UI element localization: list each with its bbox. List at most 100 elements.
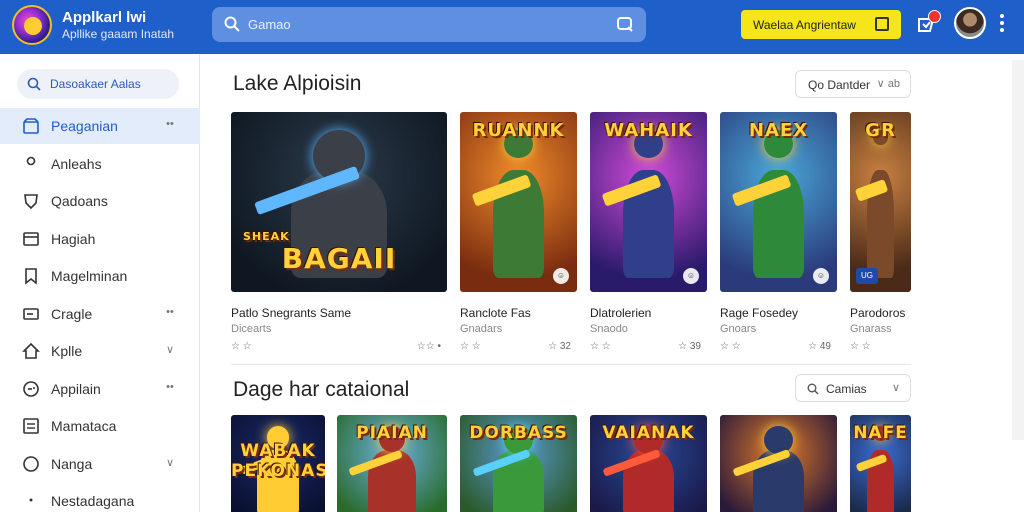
search-icon: [224, 16, 240, 32]
promo-button[interactable]: Waelaa Angrientaw: [741, 10, 901, 39]
rating-badge: ☺: [553, 268, 569, 284]
game-card[interactable]: GR UG Parodoros Gnarass ☆ ☆: [850, 112, 911, 362]
more-icon[interactable]: ••: [163, 306, 177, 320]
game-card[interactable]: NAFE: [850, 415, 911, 512]
promo-button-label: Waelaa Angrientaw: [753, 18, 856, 32]
game-card[interactable]: WABAK PEKONAS: [231, 415, 325, 512]
more-icon[interactable]: ••: [163, 381, 177, 395]
cover-title-text: DORBASS: [469, 423, 568, 443]
gamepad-icon: [23, 380, 39, 397]
cover-title-text: GR: [865, 120, 896, 141]
sidebar-item[interactable]: Appilain ••: [0, 371, 200, 407]
sidebar-item[interactable]: Peaganian ••: [0, 108, 200, 144]
rating-stars: ☆ ☆: [231, 341, 252, 352]
rating-count: ☆☆ •: [416, 341, 441, 352]
category-dropdown-label: Camias: [826, 382, 867, 396]
image-search-icon[interactable]: [616, 15, 634, 33]
sidebar-item-label: Appilain: [51, 380, 101, 397]
store-icon: [23, 118, 39, 134]
sidebar-item[interactable]: Qadoans: [0, 183, 200, 219]
game-cover-image: BAGAII SHEAK: [231, 112, 447, 292]
game-cover-image: PIAIAN: [337, 415, 447, 512]
tag-icon: [23, 307, 39, 320]
sidebar-item-label: Cragle: [51, 305, 93, 322]
section-title: Lake Alpioisin: [233, 72, 362, 95]
main-content: Lake Alpioisin Qo Dantder ∨ ab BAGAII SHE…: [201, 54, 1024, 512]
sidebar-item-label: Nanga: [51, 455, 93, 472]
sidebar-item[interactable]: Mamataca: [0, 408, 200, 444]
chevron-down-icon: ∨ ab: [876, 78, 900, 90]
sidebar-item[interactable]: Cragle ••: [0, 296, 200, 332]
scrollbar[interactable]: [1012, 60, 1024, 440]
rating-stars: ☆ ☆: [720, 341, 741, 352]
cover-title-text: VAIANAK: [602, 423, 695, 443]
chevron-down-icon[interactable]: ∨: [163, 343, 177, 357]
search-icon: [807, 383, 819, 395]
game-genre: Gnarass: [850, 323, 892, 335]
game-card[interactable]: BAGAII SHEAK Patlo Snegrants Same Dicearts ☆…: [231, 112, 447, 362]
sidebar-item[interactable]: Magelminan: [0, 258, 200, 294]
app-logo[interactable]: [12, 5, 52, 45]
game-cover-image: VAIANAK: [590, 415, 707, 512]
cover-title-text: WABAK PEKONAS: [231, 441, 325, 481]
card-icon: [23, 231, 39, 246]
game-card[interactable]: VAIANAK: [590, 415, 707, 512]
category-dropdown[interactable]: Camias ∨: [795, 374, 911, 402]
sidebar-item-label: Anleahs: [51, 155, 102, 172]
sidebar-item-label: Peaganian: [51, 118, 118, 134]
game-title[interactable]: Patlo Snegrants Same: [231, 306, 351, 320]
cover-title-text: PIAIAN: [356, 423, 428, 443]
section-divider: [231, 364, 911, 365]
avatar[interactable]: [954, 7, 986, 39]
game-card[interactable]: RUANNK ☺ Ranclote Fas Gnadars ☆ ☆ ☆ 32: [460, 112, 577, 362]
game-cover-image: WABAK PEKONAS: [231, 415, 325, 512]
game-genre: Gnadars: [460, 323, 503, 335]
more-menu-icon[interactable]: [998, 12, 1006, 38]
game-cover-image: NAFE: [850, 415, 911, 512]
home-icon: [22, 342, 40, 359]
game-cover-image: NAEX ☺: [720, 112, 837, 292]
rating-stars: ☆ ☆: [850, 341, 871, 352]
sidebar-item[interactable]: Hagiah: [0, 221, 200, 257]
notification-badge: [928, 10, 941, 23]
cover-title-text: RUANNK: [472, 120, 565, 141]
game-title[interactable]: Dlatrolerien: [590, 306, 651, 320]
more-icon[interactable]: ••: [163, 118, 177, 132]
rating-badge: ☺: [813, 268, 829, 284]
rating-badge: UG: [856, 268, 878, 284]
game-genre: Snaodo: [590, 323, 628, 335]
sidebar-item-label: Mamataca: [51, 418, 117, 434]
rating-count: ☆ 39: [678, 341, 701, 352]
sidebar-item[interactable]: Nestadagana: [0, 483, 200, 512]
sidebar-item-label: Nestadagana: [51, 493, 135, 509]
game-card[interactable]: DORBASS: [460, 415, 577, 512]
sidebar-search-text: Dasoakaer Aalas: [50, 77, 141, 91]
person-icon: [26, 156, 36, 165]
search-text: Gamao: [248, 17, 291, 32]
game-title[interactable]: Parodoros: [850, 306, 905, 320]
bookmark-icon: [25, 268, 37, 285]
sidebar-item[interactable]: Nanga ∨: [0, 446, 200, 482]
game-card[interactable]: WAHAIK ☺ Dlatrolerien Snaodo ☆ ☆ ☆ 39: [590, 112, 707, 362]
chevron-down-icon: ∨: [891, 382, 900, 394]
cover-title-text: BAGAII: [281, 242, 397, 275]
game-cover-image: WAHAIK ☺: [590, 112, 707, 292]
sort-dropdown[interactable]: Qo Dantder ∨ ab: [795, 70, 911, 98]
sidebar-item[interactable]: Kplle ∨: [0, 333, 200, 369]
sidebar-search[interactable]: Dasoakaer Aalas: [17, 69, 179, 99]
chevron-down-icon[interactable]: ∨: [163, 456, 177, 470]
sidebar-item-label: Kplle: [51, 343, 83, 359]
game-card[interactable]: NAEX ☺ Rage Fosedey Gnoars ☆ ☆ ☆ 49: [720, 112, 837, 362]
game-card[interactable]: PIAIAN: [337, 415, 447, 512]
cover-title-text: NAFE: [853, 423, 908, 443]
game-cover-image: [720, 415, 837, 512]
game-cover-image: GR UG: [850, 112, 911, 292]
game-title[interactable]: Rage Fosedey: [720, 306, 798, 320]
search-input[interactable]: Gamao: [212, 7, 646, 42]
game-cover-image: DORBASS: [460, 415, 577, 512]
app-title: Applkarl lwi: [62, 9, 147, 26]
sidebar-item[interactable]: Anleahs: [0, 146, 200, 182]
game-card[interactable]: [720, 415, 837, 512]
game-genre: Gnoars: [720, 323, 757, 335]
game-title[interactable]: Ranclote Fas: [460, 306, 531, 320]
